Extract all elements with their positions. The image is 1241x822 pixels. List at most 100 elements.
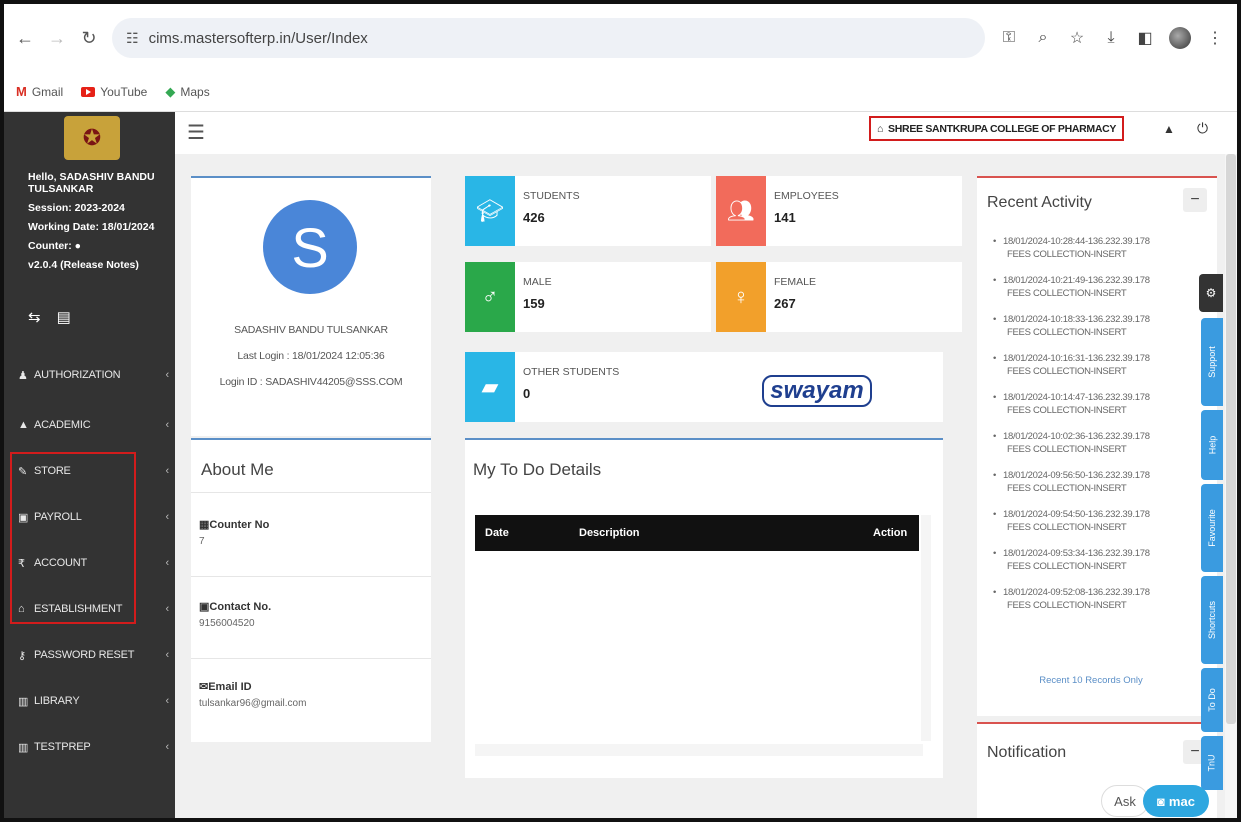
browser-profile-avatar[interactable] <box>1169 27 1191 49</box>
stat-male[interactable]: ♂ MALE 159 <box>465 262 711 332</box>
side-panel-icon[interactable]: ◧ <box>1135 28 1155 48</box>
greeting-line-2: TULSANKAR <box>28 183 94 195</box>
activity-time: 18/01/2024-10:16:31-136.232.39.178 <box>1003 353 1150 364</box>
bookmark-label: YouTube <box>100 84 148 99</box>
stat-value: 267 <box>774 296 796 311</box>
stat-label: MALE <box>523 276 552 288</box>
bullet-icon: • <box>993 587 997 598</box>
activity-desc: FEES COLLECTION-INSERT <box>1007 561 1127 572</box>
greeting-line-1: Hello, SADASHIV BANDU <box>28 171 155 183</box>
recent-activity-card: Recent Activity − • 18/01/2024-10:28:44-1… <box>977 176 1217 716</box>
stat-value: 141 <box>774 210 796 225</box>
password-key-icon[interactable]: ⚿ <box>999 29 1019 47</box>
tab-todo[interactable]: To Do <box>1201 668 1223 732</box>
stat-label: FEMALE <box>774 276 817 288</box>
mac-button[interactable]: ◙ mac <box>1143 785 1209 817</box>
youtube-icon <box>81 86 96 97</box>
reload-icon[interactable]: ↻ <box>80 28 98 49</box>
url-text: cims.mastersofterp.in/User/Index <box>148 29 368 47</box>
activity-time: 18/01/2024-09:54:50-136.232.39.178 <box>1003 509 1150 520</box>
sidebar-item-library[interactable]: ▥ LIBRARY ‹ <box>4 678 175 724</box>
chat-widget[interactable]: Ask ◙ mac <box>1101 782 1221 818</box>
maps-icon: ◆ <box>165 83 176 99</box>
activity-desc: FEES COLLECTION-INSERT <box>1007 366 1127 377</box>
activity-time: 18/01/2024-10:14:47-136.232.39.178 <box>1003 392 1150 403</box>
stat-value: 159 <box>523 296 545 311</box>
activity-time: 18/01/2024-10:28:44-136.232.39.178 <box>1003 236 1150 247</box>
todo-title: My To Do Details <box>473 460 602 479</box>
chevron-left-icon: ‹ <box>165 695 170 707</box>
collapse-button[interactable]: − <box>1183 188 1207 212</box>
bullet-icon: • <box>993 509 997 520</box>
tab-favourite[interactable]: Favourite <box>1201 484 1223 572</box>
bookmark-gmail[interactable]: M Gmail <box>16 84 63 99</box>
sidebar-item-testprep[interactable]: ▥ TESTPREP ‹ <box>4 724 175 770</box>
swayam-logo[interactable]: swayam <box>762 369 872 413</box>
back-icon[interactable]: ← <box>16 28 34 49</box>
vertical-scrollbar[interactable] <box>921 515 931 741</box>
zoom-icon[interactable]: ⌕ <box>1033 29 1053 47</box>
activity-time: 18/01/2024-10:21:49-136.232.39.178 <box>1003 275 1150 286</box>
stat-employees[interactable]: 👥︎ EMPLOYEES 141 <box>716 176 962 246</box>
recent-footer[interactable]: Recent 10 Records Only <box>977 675 1205 686</box>
tab-shortcuts[interactable]: Shortcuts <box>1201 576 1223 664</box>
gmail-icon: M <box>16 84 27 99</box>
bullet-icon: • <box>993 548 997 559</box>
bookmark-maps[interactable]: ◆ Maps <box>165 84 209 100</box>
stat-female[interactable]: ♀ FEMALE 267 <box>716 262 962 332</box>
graduation-cap-icon: 🎓︎ <box>465 176 515 246</box>
stat-students[interactable]: 🎓︎ STUDENTS 426 <box>465 176 711 246</box>
tab-support[interactable]: Support <box>1201 318 1223 406</box>
address-bar[interactable]: ☷ cims.mastersofterp.in/User/Index <box>112 18 985 58</box>
bullet-icon: • <box>993 470 997 481</box>
version-link[interactable]: v2.0.4 (Release Notes) <box>28 256 168 275</box>
browser-toolbar: ← → ↻ ☷ cims.mastersofterp.in/User/Index… <box>4 4 1237 72</box>
contact-label: Contact No. <box>209 601 272 613</box>
menu-label: ACADEMIC <box>34 419 91 431</box>
download-icon[interactable]: ⤓ <box>1101 29 1121 47</box>
users-icon: 👥︎ <box>716 176 766 246</box>
activity-time: 18/01/2024-10:02:36-136.232.39.178 <box>1003 431 1150 442</box>
sidebar-item-authorization[interactable]: ♟ AUTHORIZATION ‹ <box>4 352 175 398</box>
hamburger-menu-icon[interactable]: ☰ <box>187 120 205 145</box>
forward-icon[interactable]: → <box>48 28 66 49</box>
avatar: S <box>263 200 357 294</box>
profile-card: S SADASHIV BANDU TULSANKAR Last Login : … <box>191 176 431 436</box>
page-scrollbar[interactable] <box>1225 154 1237 818</box>
working-date-text: Working Date: 18/01/2024 <box>28 221 155 233</box>
sidebar-item-academic[interactable]: ▲ ACADEMIC ‹ <box>4 402 175 448</box>
bookmarks-bar: M Gmail YouTube ◆ Maps <box>4 72 1237 112</box>
horizontal-scrollbar[interactable] <box>475 744 923 756</box>
activity-time: 18/01/2024-10:18:33-136.232.39.178 <box>1003 314 1150 325</box>
sidebar-item-password-reset[interactable]: ⚷ PASSWORD RESET ‹ <box>4 632 175 678</box>
bookmark-youtube[interactable]: YouTube <box>81 85 147 99</box>
todo-card: My To Do Details Date Description Action <box>465 438 943 778</box>
site-settings-icon[interactable]: ☷ <box>126 30 139 47</box>
switch-icon[interactable]: ⇆ <box>28 308 41 326</box>
activity-desc: FEES COLLECTION-INSERT <box>1007 600 1127 611</box>
scrollbar-thumb[interactable] <box>1226 154 1236 724</box>
email-label: Email ID <box>208 681 252 693</box>
bell-icon[interactable]: ▲ <box>1163 122 1175 136</box>
main-content: ☰ ⌂ SHREE SANTKRUPA COLLEGE OF PHARMACY … <box>175 112 1237 818</box>
menu-label: PASSWORD RESET <box>34 649 135 661</box>
chevron-left-icon: ‹ <box>165 465 170 477</box>
about-title: About Me <box>201 460 274 479</box>
browser-menu-icon[interactable]: ⋮ <box>1205 28 1225 48</box>
col-description: Description <box>579 527 640 539</box>
document-icon[interactable]: ▤ <box>57 308 71 326</box>
power-icon[interactable]: ⏻ <box>1197 120 1208 137</box>
recent-title: Recent Activity <box>987 194 1092 211</box>
swayam-label: swayam <box>762 375 872 407</box>
sidebar: ✪ Hello, SADASHIV BANDU TULSANKAR Sessio… <box>4 112 175 818</box>
tab-help[interactable]: Help <box>1201 410 1223 480</box>
counter-icon: ▦ <box>199 519 210 531</box>
activity-desc: FEES COLLECTION-INSERT <box>1007 522 1127 533</box>
bookmark-star-icon[interactable]: ☆ <box>1067 28 1087 48</box>
bookmark-label: Gmail <box>31 84 64 99</box>
counter-info-icon[interactable]: ● <box>75 240 81 252</box>
ask-button[interactable]: Ask <box>1101 785 1149 817</box>
key-icon: ⚷ <box>18 649 26 662</box>
activity-time: 18/01/2024-09:53:34-136.232.39.178 <box>1003 548 1150 559</box>
settings-gear-icon[interactable]: ⚙ <box>1199 274 1223 312</box>
